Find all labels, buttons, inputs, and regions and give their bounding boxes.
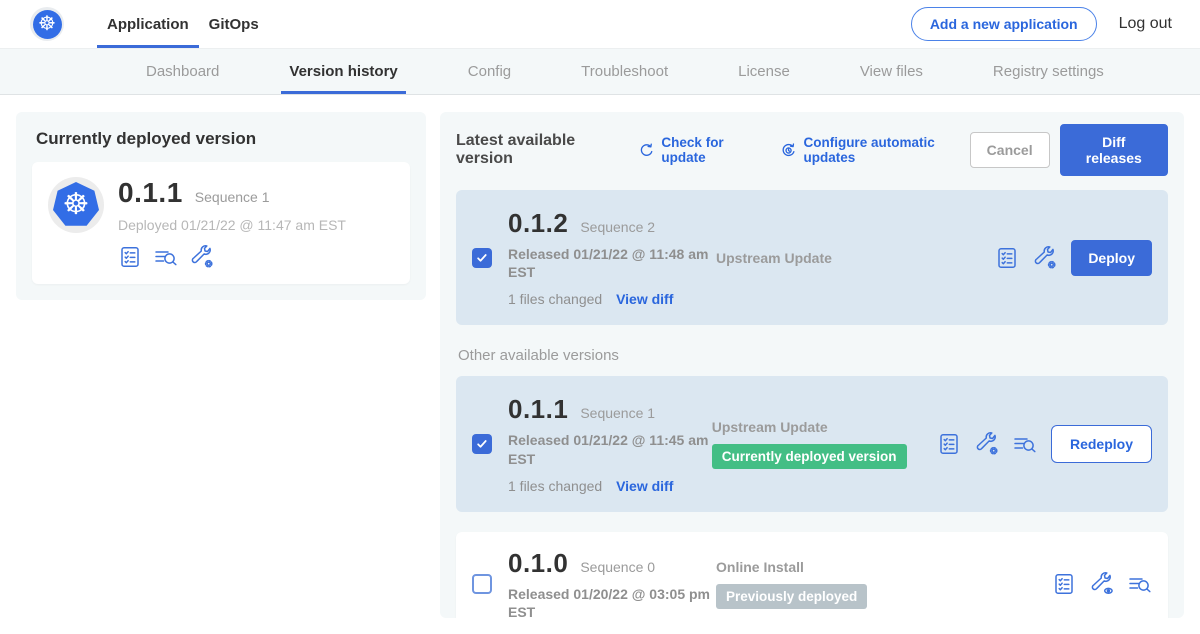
version-row-0-1-0: 0.1.0 Sequence 0 Released 01/20/22 @ 03:…	[456, 532, 1168, 618]
kubernetes-wheel-icon: ☸	[33, 10, 62, 39]
configure-automatic-updates-link[interactable]: Configure automatic updates	[781, 135, 969, 165]
view-files-diff-icon[interactable]	[154, 245, 178, 269]
view-diff-link[interactable]: View diff	[616, 478, 673, 494]
app-subnav: Dashboard Version history Config Trouble…	[0, 48, 1200, 95]
released-timestamp: Released 01/21/22 @ 11:48 am EST	[508, 245, 716, 281]
release-notes-icon[interactable]	[118, 245, 142, 269]
release-notes-icon[interactable]	[1052, 572, 1076, 596]
version-number: 0.1.0	[508, 548, 568, 579]
tab-application[interactable]: Application	[97, 0, 199, 48]
version-checkbox[interactable]	[472, 574, 492, 594]
version-source: Upstream Update	[712, 419, 937, 435]
view-files-diff-icon[interactable]	[1013, 432, 1037, 456]
subnav-troubleshoot[interactable]: Troubleshoot	[573, 49, 676, 94]
logout-button[interactable]: Log out	[1119, 15, 1172, 33]
kubernetes-wheel-icon: ☸	[53, 182, 99, 228]
released-timestamp: Released 01/21/22 @ 11:45 am EST	[508, 431, 712, 467]
subnav-license[interactable]: License	[730, 49, 798, 94]
latest-available-title: Latest available version	[456, 132, 617, 168]
edit-config-icon[interactable]	[190, 245, 214, 269]
version-history-panel: Latest available version Check for updat…	[440, 112, 1184, 618]
subnav-view-files[interactable]: View files	[852, 49, 931, 94]
previously-deployed-badge: Previously deployed	[716, 584, 867, 609]
deployed-version-card: ☸ 0.1.1 Sequence 1 Deployed 01/21/22 @ 1…	[32, 162, 410, 284]
currently-deployed-title: Currently deployed version	[32, 129, 410, 149]
check-for-update-link[interactable]: Check for update	[639, 135, 759, 165]
version-source: Upstream Update	[716, 250, 946, 266]
top-nav: ☸ Application GitOps Add a new applicati…	[0, 0, 1200, 48]
view-diff-link[interactable]: View diff	[616, 291, 673, 307]
tab-gitops[interactable]: GitOps	[199, 0, 269, 48]
release-notes-icon[interactable]	[995, 246, 1019, 270]
schedule-update-icon	[781, 142, 796, 159]
released-timestamp: Released 01/20/22 @ 03:05 pm EST	[508, 585, 716, 618]
version-number: 0.1.2	[508, 208, 568, 239]
version-checkbox[interactable]	[472, 434, 492, 454]
subnav-dashboard[interactable]: Dashboard	[138, 49, 227, 94]
version-row-0-1-2: 0.1.2 Sequence 2 Released 01/21/22 @ 11:…	[456, 190, 1168, 325]
main-content: Currently deployed version ☸ 0.1.1 Seque…	[0, 96, 1200, 634]
deployed-timestamp: Deployed 01/21/22 @ 11:47 am EST	[118, 217, 346, 233]
currently-deployed-badge: Currently deployed version	[712, 444, 907, 469]
other-versions-label: Other available versions	[458, 347, 1168, 364]
deploy-button[interactable]: Deploy	[1071, 240, 1152, 276]
deployed-version-number: 0.1.1	[118, 177, 183, 209]
sequence-label: Sequence 0	[580, 559, 655, 575]
edit-config-icon[interactable]	[1033, 246, 1057, 270]
sequence-label: Sequence 1	[580, 405, 655, 421]
view-config-icon[interactable]	[1090, 572, 1114, 596]
edit-config-icon[interactable]	[975, 432, 999, 456]
subnav-registry-settings[interactable]: Registry settings	[985, 49, 1112, 94]
subnav-version-history[interactable]: Version history	[281, 49, 405, 94]
version-checkbox[interactable]	[472, 248, 492, 268]
view-files-diff-icon[interactable]	[1128, 572, 1152, 596]
release-notes-icon[interactable]	[937, 432, 961, 456]
diff-releases-button[interactable]: Diff releases	[1060, 124, 1168, 176]
version-source: Online Install	[716, 559, 946, 575]
files-changed-label: 1 files changed	[508, 478, 602, 494]
subnav-config[interactable]: Config	[460, 49, 519, 94]
sequence-label: Sequence 2	[580, 219, 655, 235]
version-number: 0.1.1	[508, 394, 568, 425]
version-row-0-1-1: 0.1.1 Sequence 1 Released 01/21/22 @ 11:…	[456, 376, 1168, 511]
kubernetes-logo: ☸	[30, 7, 64, 41]
refresh-icon	[639, 142, 654, 159]
redeploy-button[interactable]: Redeploy	[1051, 425, 1152, 463]
currently-deployed-panel: Currently deployed version ☸ 0.1.1 Seque…	[16, 112, 426, 300]
files-changed-label: 1 files changed	[508, 291, 602, 307]
deployed-sequence-label: Sequence 1	[195, 189, 270, 205]
add-application-button[interactable]: Add a new application	[911, 7, 1097, 41]
cancel-button[interactable]: Cancel	[970, 132, 1050, 168]
app-logo: ☸	[48, 177, 104, 233]
